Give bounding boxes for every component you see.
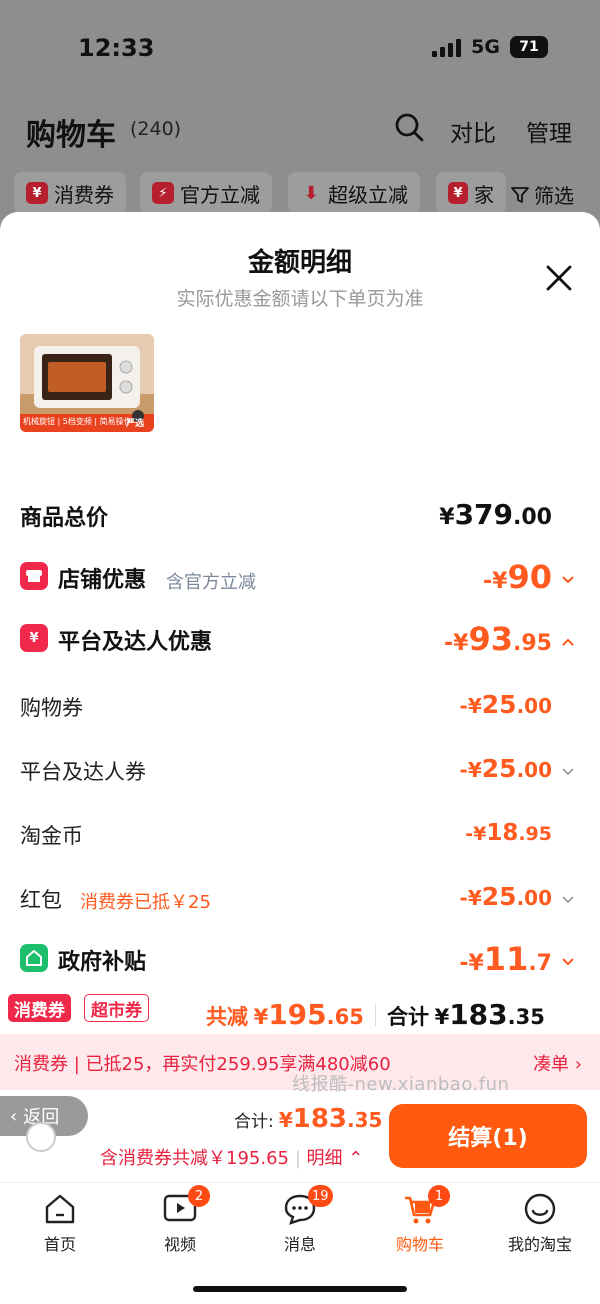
row-note: 消费券已抵￥25	[80, 892, 211, 913]
row-label: 购物券	[20, 696, 83, 720]
row-amount: -¥90	[483, 558, 552, 596]
row-label: 政府补贴	[58, 950, 147, 975]
home-icon	[45, 1194, 75, 1224]
coupon-icon: ¥	[20, 624, 48, 652]
summary-strip: 消费券 超市券 共减 ¥195.65 合计 ¥183.35	[0, 992, 600, 1034]
sheet-subtitle: 实际优惠金额请以下单页为准	[176, 288, 424, 310]
tab-cart[interactable]: 1 购物车	[360, 1185, 480, 1255]
chip-home[interactable]: ¥ 家	[436, 172, 506, 214]
add-items-link[interactable]: 凑单 ›	[533, 1050, 582, 1076]
page-title: 购物车	[26, 118, 116, 153]
status-right: 5G 71	[432, 36, 548, 58]
manage-button[interactable]: 管理	[526, 114, 572, 148]
profile-icon	[524, 1193, 556, 1225]
tab-my-taobao[interactable]: 我的淘宝	[480, 1191, 600, 1255]
row-amount: -¥18.95	[465, 820, 552, 846]
close-icon[interactable]	[545, 264, 573, 292]
amount-detail-sheet: 金额明细 实际优惠金额请以下单页为准 机械旋钮 | 5档变频 | 简易操作 严选…	[0, 212, 600, 1034]
chevron-down-icon	[562, 768, 574, 776]
tab-label: 购物车	[395, 1235, 444, 1254]
tab-messages[interactable]: 19 消息	[240, 1185, 360, 1255]
row-label: 店铺优惠	[58, 568, 147, 593]
checkout-total: 合计: ¥183.35	[234, 1104, 383, 1134]
chip-label: 官方立减	[180, 182, 260, 207]
chevron-down-icon	[562, 958, 574, 966]
subsidy-icon	[20, 944, 48, 972]
tab-badge: 1	[428, 1185, 450, 1207]
cart-count: (240)	[130, 118, 182, 140]
checkout-button[interactable]: 结算(1)	[389, 1104, 587, 1168]
detail-link[interactable]: 明细	[307, 1148, 343, 1169]
tab-badge: 2	[188, 1185, 210, 1207]
watermark: 线报酷-new.xianbao.fun	[292, 1074, 510, 1095]
tab-badge: 19	[308, 1185, 333, 1207]
chip-label: 消费券	[54, 182, 114, 207]
chevron-up-icon	[562, 638, 574, 646]
divider	[375, 1004, 376, 1026]
row-label: 平台及达人优惠	[58, 630, 213, 655]
tab-label: 消息	[283, 1235, 316, 1254]
store-icon	[20, 562, 48, 590]
row-amount: -¥25.00	[459, 690, 552, 719]
chip-consumer-coupon[interactable]: ¥ 消费券	[14, 172, 126, 214]
filter-bar: ¥ 消费券 ⚡ 官方立减 ⬇ 超级立减 ¥ 家 筛选	[0, 172, 600, 216]
discount-detail[interactable]: 含消费券共减￥195.65 | 明细 ⌃	[100, 1144, 363, 1170]
filter-button[interactable]: 筛选	[510, 180, 574, 209]
tab-home[interactable]: 首页	[0, 1191, 120, 1255]
row-label: 淘金币	[20, 824, 83, 848]
product-badge: 严选	[126, 419, 145, 429]
product-caption: 机械旋钮 | 5档变频 | 简易操作	[23, 417, 132, 426]
tab-label: 视频	[163, 1235, 196, 1254]
home-indicator	[193, 1286, 407, 1292]
chevron-right-icon: ›	[574, 1054, 582, 1075]
battery-icon: 71	[510, 36, 548, 58]
status-time: 12:33	[78, 34, 155, 62]
row-amount: -¥25.00	[459, 882, 552, 911]
chip-label: 家	[474, 182, 494, 207]
arrow-down-icon: ⬇	[303, 182, 319, 204]
row-amount: -¥25.00	[459, 754, 552, 783]
row-label: 商品总价	[20, 506, 109, 531]
chevron-down-icon	[562, 896, 574, 904]
compare-button[interactable]: 对比	[450, 114, 496, 148]
tab-label: 我的淘宝	[507, 1235, 572, 1254]
chevron-left-icon: ‹	[10, 1105, 18, 1127]
row-amount: -¥11.7	[459, 940, 552, 978]
chip-label: 超级立减	[328, 182, 408, 207]
row-amount: ¥379.00	[439, 498, 552, 531]
row-label: 红包	[20, 888, 62, 912]
grand-total: 合计 ¥183.35	[387, 998, 545, 1031]
signal-icon	[432, 37, 462, 57]
chevron-up-icon: ⌃	[348, 1148, 364, 1169]
network-label: 5G	[471, 36, 500, 58]
filter-icon	[511, 186, 529, 203]
consumer-coupon-tag: 消费券	[8, 994, 71, 1022]
tab-label: 首页	[43, 1235, 76, 1254]
chip-super-discount[interactable]: ⬇ 超级立减	[288, 172, 420, 214]
row-note: 含官方立减	[166, 572, 256, 593]
coupon-icon: ¥	[448, 182, 468, 204]
search-icon[interactable]	[394, 112, 424, 142]
sheet-title: 金额明细	[247, 248, 352, 278]
checkout-bar: ‹ 返回 合计: ¥183.35 含消费券共减￥195.65 | 明细 ⌃ 结算…	[0, 1090, 600, 1182]
row-label: 平台及达人券	[20, 760, 146, 784]
status-bar: 12:33 5G 71	[0, 0, 600, 96]
select-all-checkbox[interactable]	[26, 1122, 56, 1152]
filter-label: 筛选	[534, 184, 574, 208]
chevron-down-icon	[562, 576, 574, 584]
chip-official-discount[interactable]: ⚡ 官方立减	[140, 172, 272, 214]
bolt-icon: ⚡	[152, 182, 174, 204]
tab-video[interactable]: 2 视频	[120, 1185, 240, 1255]
coupon-icon: ¥	[26, 182, 48, 204]
product-thumbnail[interactable]: 机械旋钮 | 5档变频 | 简易操作 严选	[20, 334, 154, 432]
supermarket-coupon-tag: 超市券	[84, 994, 149, 1022]
saved-total: 共减 ¥195.65	[206, 998, 364, 1031]
row-amount: -¥93.95	[444, 620, 552, 658]
cart-header: 购物车 (240) 对比 管理	[0, 96, 600, 166]
